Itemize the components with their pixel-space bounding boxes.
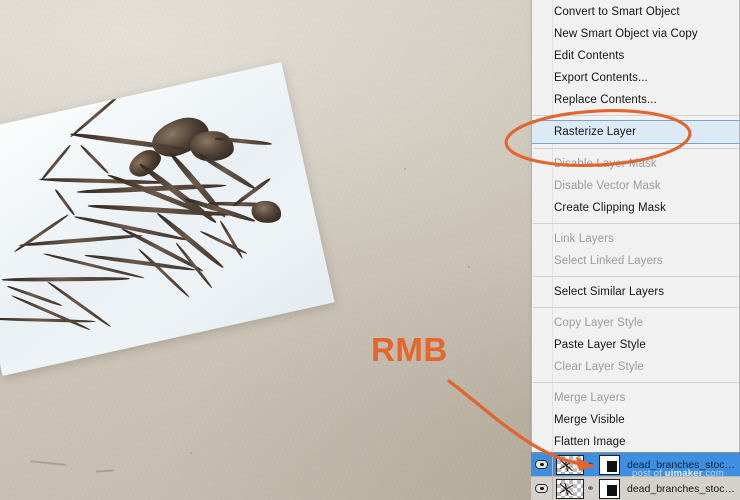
menu-item-label: Edit Contents	[554, 50, 625, 62]
menu-item-convert-to-smart-object[interactable]: Convert to Smart Object	[532, 1, 739, 23]
menu-item-new-smart-object-via-copy[interactable]: New Smart Object via Copy	[532, 23, 739, 45]
menu-item-label: Create Clipping Mask	[554, 202, 666, 214]
menu-item-label: Select Similar Layers	[554, 286, 665, 298]
menu-item-label: Disable Vector Mask	[554, 180, 661, 192]
menu-item-label: Disable Layer Mask	[554, 158, 657, 170]
paper-speck	[468, 266, 470, 268]
link-chain-icon[interactable]: ⚭	[584, 479, 597, 499]
layer-context-menu[interactable]: Convert to Smart Object New Smart Object …	[531, 0, 740, 454]
menu-item-flatten-image[interactable]: Flatten Image	[532, 431, 739, 453]
menu-item-create-clipping-mask[interactable]: Create Clipping Mask	[532, 197, 739, 219]
menu-item-merge-layers: Merge Layers	[532, 387, 739, 409]
layer-mask-thumbnail-icon[interactable]	[599, 478, 620, 499]
menu-item-list: Convert to Smart Object New Smart Object …	[532, 0, 739, 453]
watermark-brand: uimaker	[664, 468, 703, 479]
menu-item-paste-layer-style[interactable]: Paste Layer Style	[532, 334, 739, 356]
mask-content	[607, 460, 617, 472]
menu-item-link-layers: Link Layers	[532, 228, 739, 250]
layer-thumbnail-icon[interactable]	[556, 454, 584, 475]
layer-visibility-toggle[interactable]	[531, 453, 553, 477]
layer-thumbnail-icon[interactable]	[556, 478, 584, 499]
menu-separator	[533, 148, 739, 149]
menu-item-export-contents[interactable]: Export Contents...	[532, 67, 739, 89]
layer-mask-thumbnail-icon[interactable]	[599, 454, 620, 475]
menu-item-label: Merge Visible	[554, 414, 625, 426]
eye-icon	[535, 460, 548, 469]
menu-item-copy-layer-style: Copy Layer Style	[532, 312, 739, 334]
menu-separator	[533, 223, 739, 224]
rmb-annotation-label: RMB	[371, 331, 448, 368]
menu-item-rasterize-layer[interactable]: Rasterize Layer	[532, 120, 739, 144]
menu-separator	[533, 276, 739, 277]
menu-item-edit-contents[interactable]: Edit Contents	[532, 45, 739, 67]
watermark: post of uimaker.com	[632, 468, 724, 479]
menu-item-label: Copy Layer Style	[554, 317, 644, 329]
menu-item-label: Rasterize Layer	[554, 126, 637, 138]
eye-icon	[535, 484, 548, 493]
menu-item-disable-layer-mask: Disable Layer Mask	[532, 153, 739, 175]
paper-speck	[404, 168, 406, 170]
menu-item-label: Replace Contents...	[554, 94, 657, 106]
menu-item-label: Link Layers	[554, 233, 614, 245]
menu-item-select-similar-layers[interactable]: Select Similar Layers	[532, 281, 739, 303]
menu-item-label: Merge Layers	[554, 392, 626, 404]
menu-item-label: Export Contents...	[554, 72, 648, 84]
layer-visibility-toggle[interactable]	[531, 476, 553, 500]
menu-item-label: Convert to Smart Object	[554, 6, 680, 18]
menu-separator	[533, 115, 739, 116]
thumbnail-content	[560, 482, 573, 495]
menu-item-label: Paste Layer Style	[554, 339, 646, 351]
mask-content	[607, 484, 617, 496]
menu-item-clear-layer-style: Clear Layer Style	[532, 356, 739, 378]
menu-item-merge-visible[interactable]: Merge Visible	[532, 409, 739, 431]
layer-row[interactable]: ⚭ dead_branches_stock_by_jo...	[531, 476, 740, 500]
layer-thumbnails: ⚭	[553, 454, 620, 475]
menu-item-label: Flatten Image	[554, 436, 626, 448]
menu-item-label: Select Linked Layers	[554, 255, 663, 267]
menu-item-replace-contents[interactable]: Replace Contents...	[532, 89, 739, 111]
thumbnail-content	[560, 458, 573, 471]
menu-separator	[533, 307, 739, 308]
menu-item-label: Clear Layer Style	[554, 361, 644, 373]
menu-item-select-linked-layers: Select Linked Layers	[532, 250, 739, 272]
layer-name-label: dead_branches_stock_by_jo...	[627, 482, 740, 495]
menu-separator	[533, 382, 739, 383]
paper-speck	[190, 452, 192, 454]
watermark-suffix: .com	[702, 468, 724, 479]
menu-item-label: New Smart Object via Copy	[554, 28, 698, 40]
menu-item-disable-vector-mask: Disable Vector Mask	[532, 175, 739, 197]
layer-thumbnails: ⚭	[553, 478, 620, 499]
link-chain-icon[interactable]: ⚭	[584, 455, 597, 475]
watermark-prefix: post of	[632, 468, 665, 479]
screenshot-root: Convert to Smart Object New Smart Object …	[0, 0, 740, 500]
